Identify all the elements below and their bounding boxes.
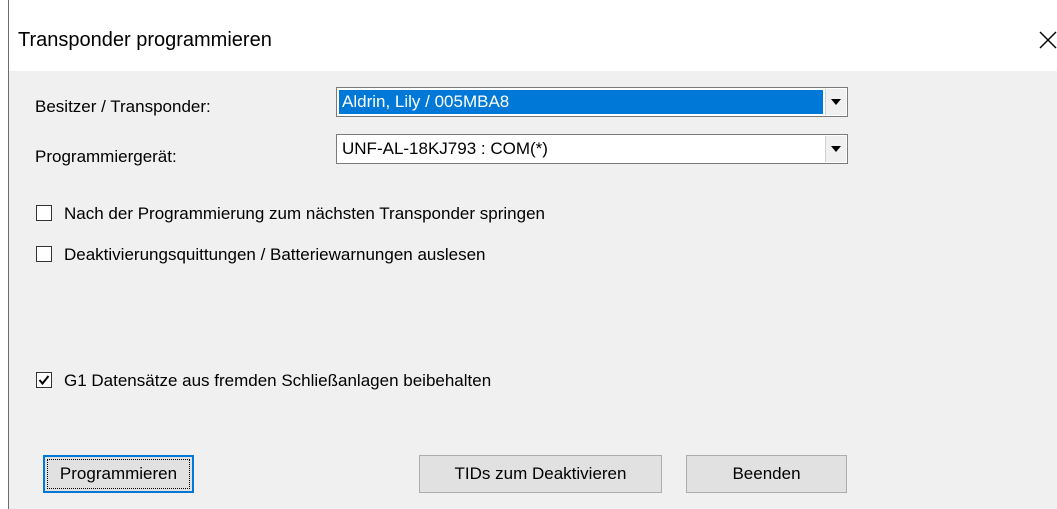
- read-deactivation-label[interactable]: Deaktivierungsquittungen / Batteriewarnu…: [64, 245, 486, 265]
- close-button[interactable]: Beenden: [686, 455, 847, 493]
- program-button-label: Programmieren: [59, 464, 178, 483]
- read-deactivation-checkbox[interactable]: [36, 246, 52, 262]
- dialog-body: Besitzer / Transponder: Aldrin, Lily / 0…: [9, 71, 1057, 509]
- window-title: Transponder programmieren: [18, 29, 272, 51]
- close-icon: [1039, 31, 1057, 49]
- keep-g1-records-label[interactable]: G1 Datensätze aus fremden Schließanlagen…: [64, 371, 491, 391]
- device-dropdown[interactable]: UNF-AL-18KJ793 : COM(*): [336, 134, 848, 164]
- device-dropdown-button[interactable]: [825, 136, 846, 162]
- close-window-button[interactable]: [1033, 24, 1057, 57]
- close-button-label: Beenden: [732, 464, 801, 483]
- owner-dropdown-value: Aldrin, Lily / 005MBA8: [339, 90, 823, 114]
- device-dropdown-value: UNF-AL-18KJ793 : COM(*): [342, 139, 548, 158]
- keep-g1-records-checkbox[interactable]: [36, 372, 52, 388]
- program-button[interactable]: Programmieren: [43, 455, 194, 493]
- tids-deactivate-button-label: TIDs zum Deaktivieren: [454, 464, 627, 483]
- chevron-down-icon: [831, 99, 841, 105]
- device-label: Programmiergerät:: [35, 147, 177, 166]
- next-transponder-label[interactable]: Nach der Programmierung zum nächsten Tra…: [64, 204, 545, 224]
- checkmark-icon: [38, 375, 50, 386]
- chevron-down-icon: [831, 146, 841, 152]
- owner-label: Besitzer / Transponder:: [35, 97, 211, 116]
- next-transponder-checkbox[interactable]: [36, 205, 52, 221]
- owner-dropdown-button[interactable]: [825, 89, 846, 115]
- tids-deactivate-button[interactable]: TIDs zum Deaktivieren: [419, 455, 662, 493]
- owner-dropdown[interactable]: Aldrin, Lily / 005MBA8: [336, 87, 848, 117]
